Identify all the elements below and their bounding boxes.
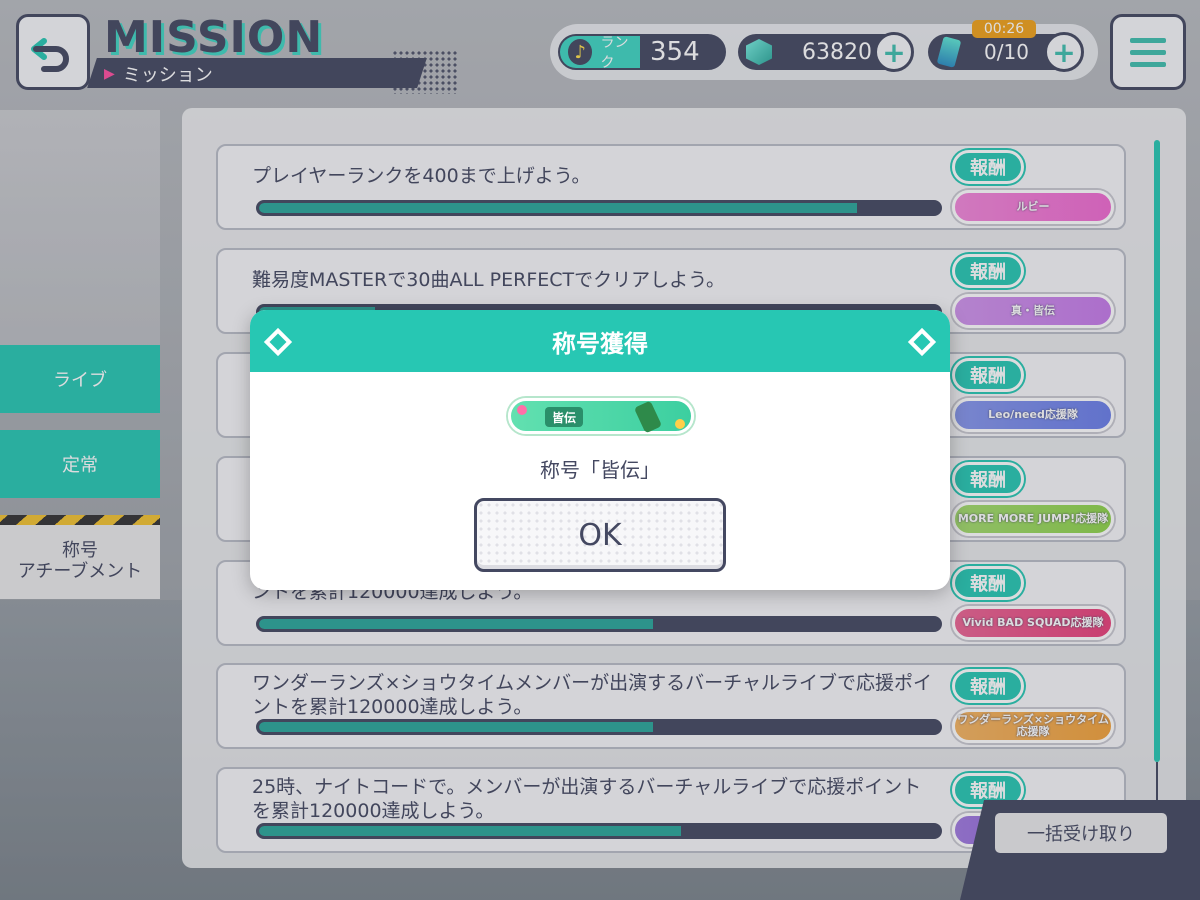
bottle-icon [633,400,663,434]
dialog-title: 称号獲得 [552,329,648,358]
diamond-icon [907,327,937,357]
dialog-message: 称号「皆伝」 [540,458,660,482]
flower-icon [517,405,527,415]
dialog-header: 称号獲得 [250,310,950,372]
diamond-icon [263,327,293,357]
ok-button[interactable]: OK [474,498,726,572]
flower-icon [675,419,685,429]
title-badge-image: 皆伝 [508,398,694,434]
title-badge-text: 皆伝 [545,407,583,427]
title-acquired-dialog: 称号獲得 皆伝 称号「皆伝」 OK [250,310,950,590]
